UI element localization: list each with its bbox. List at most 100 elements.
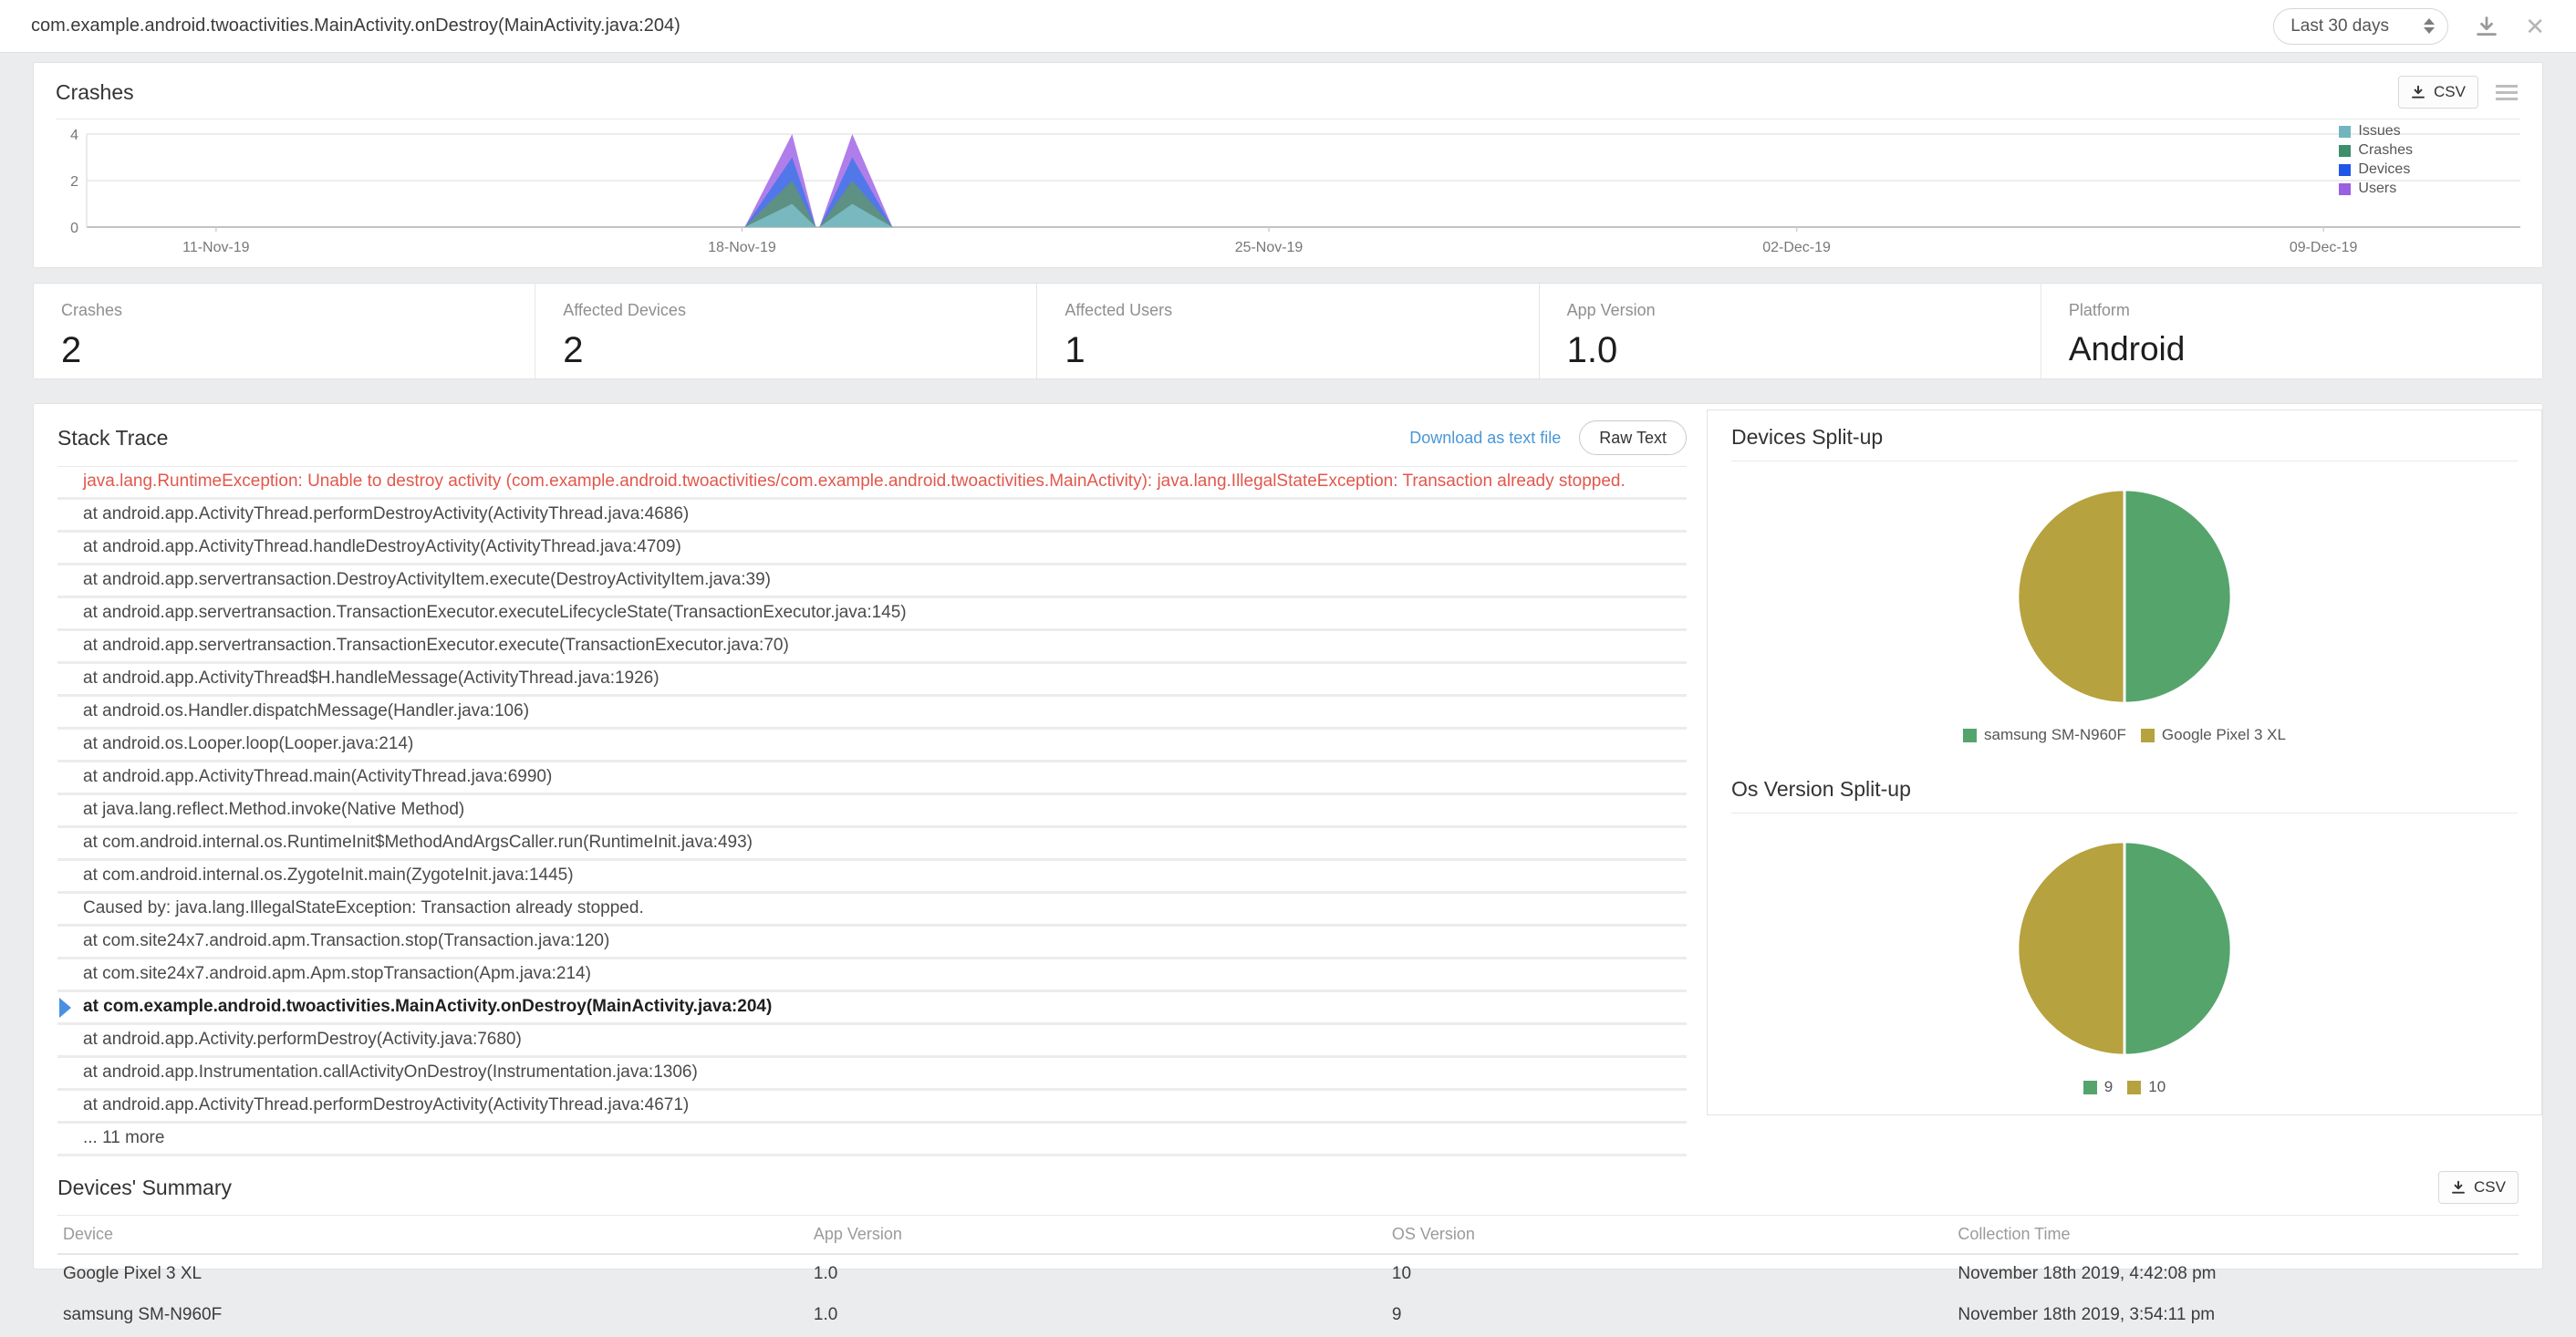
stack-frame-text: at android.app.ActivityThread$H.handleMe… [83, 668, 660, 688]
stat-value: Android [2069, 330, 2515, 368]
download-icon[interactable] [2476, 16, 2498, 37]
time-range-value: Last 30 days [2290, 16, 2389, 36]
devices-splitup-section: Devices Split-up samsung SM-N960F Google … [1708, 410, 2541, 762]
raw-text-button[interactable]: Raw Text [1579, 420, 1687, 455]
stack-frame-text: java.lang.RuntimeException: Unable to de… [83, 472, 1626, 491]
stats-card: Crashes 2 Affected Devices 2 Affected Us… [33, 283, 2543, 379]
os-splitup-title: Os Version Split-up [1731, 777, 2518, 802]
legend-item[interactable]: 10 [2127, 1078, 2166, 1096]
stack-frame[interactable]: at com.android.internal.os.ZygoteInit.ma… [57, 861, 1687, 894]
stack-frame[interactable]: at com.site24x7.android.apm.Transaction.… [57, 927, 1687, 959]
os-splitup-pie[interactable] [2013, 837, 2236, 1060]
download-text-link[interactable]: Download as text file [1409, 429, 1561, 448]
summary-cell: November 18th 2019, 3:54:11 pm [1952, 1296, 2519, 1334]
summary-cell: Google Pixel 3 XL [57, 1255, 808, 1293]
legend-swatch-icon [2141, 729, 2155, 742]
stack-frame[interactable]: java.lang.RuntimeException: Unable to de… [57, 467, 1687, 500]
svg-text:11-Nov-19: 11-Nov-19 [182, 240, 250, 255]
stack-frame[interactable]: at android.app.ActivityThread.main(Activ… [57, 762, 1687, 795]
stat-value: 2 [563, 330, 1009, 371]
stack-frame-text: at android.os.Handler.dispatchMessage(Ha… [83, 701, 529, 720]
legend-item[interactable]: Issues [2339, 123, 2413, 140]
crashes-chart-header: Crashes CSV [56, 76, 2520, 119]
svg-text:02-Dec-19: 02-Dec-19 [1762, 240, 1831, 255]
stat-app-version: App Version 1.0 [1539, 284, 2041, 378]
stat-platform: Platform Android [2041, 284, 2542, 378]
svg-text:4: 4 [70, 128, 78, 143]
svg-text:09-Dec-19: 09-Dec-19 [2290, 240, 2358, 255]
close-icon[interactable]: ✕ [2525, 15, 2545, 38]
legend-item[interactable]: Google Pixel 3 XL [2141, 726, 2286, 744]
legend-swatch-icon [2083, 1081, 2097, 1094]
crashes-chart-area: 02411-Nov-1918-Nov-1925-Nov-1902-Dec-190… [56, 119, 2520, 262]
stack-frame[interactable]: at android.app.ActivityThread.performDes… [57, 1091, 1687, 1124]
stack-frame[interactable]: ... 11 more [57, 1124, 1687, 1156]
legend-label: Google Pixel 3 XL [2162, 726, 2286, 744]
summary-cell: November 18th 2019, 4:42:08 pm [1952, 1255, 2519, 1293]
stack-frame[interactable]: at android.app.ActivityThread.handleDest… [57, 533, 1687, 565]
summary-cell: 1.0 [808, 1296, 1387, 1334]
svg-text:0: 0 [70, 221, 78, 236]
devices-splitup-title: Devices Split-up [1731, 425, 2518, 450]
stack-frame[interactable]: at com.android.internal.os.RuntimeInit$M… [57, 828, 1687, 861]
stack-frame[interactable]: at android.app.Activity.performDestroy(A… [57, 1025, 1687, 1058]
stack-frame[interactable]: at com.example.android.twoactivities.Mai… [57, 992, 1687, 1025]
summary-cell: 1.0 [808, 1255, 1387, 1293]
csv-download-icon [2451, 1180, 2466, 1195]
legend-label: 10 [2148, 1078, 2166, 1096]
legend-swatch-icon [2127, 1081, 2141, 1094]
legend-swatch-icon [1963, 729, 1977, 742]
legend-item[interactable]: Users [2339, 181, 2413, 197]
legend-label: Crashes [2358, 142, 2413, 159]
stack-frame[interactable]: at android.app.Instrumentation.callActiv… [57, 1058, 1687, 1091]
stack-frame[interactable]: at android.app.servertransaction.Destroy… [57, 565, 1687, 598]
stack-frame-text: at com.site24x7.android.apm.Transaction.… [83, 931, 609, 950]
devices-summary-table: DeviceApp VersionOS VersionCollection Ti… [57, 1216, 2519, 1337]
legend-item[interactable]: Devices [2339, 161, 2413, 178]
svg-text:2: 2 [70, 174, 78, 190]
summary-cell: samsung SM-N960F [57, 1296, 808, 1334]
chart-menu-icon[interactable] [2493, 82, 2520, 103]
time-range-select[interactable]: Last 30 days [2273, 8, 2448, 45]
stack-frame[interactable]: at android.os.Looper.loop(Looper.java:21… [57, 730, 1687, 762]
stat-crashes: Crashes 2 [34, 284, 535, 378]
stack-trace-section: Stack Trace Download as text file Raw Te… [34, 404, 1707, 1156]
stack-frame-text: at com.android.internal.os.RuntimeInit$M… [83, 833, 753, 852]
stack-frame[interactable]: at android.os.Handler.dispatchMessage(Ha… [57, 697, 1687, 730]
topbar: com.example.android.twoactivities.MainAc… [0, 0, 2576, 53]
summary-column-header: Device [57, 1216, 808, 1253]
legend-label: Issues [2358, 123, 2400, 140]
stack-frame[interactable]: at android.app.servertransaction.Transac… [57, 631, 1687, 664]
stack-frame[interactable]: Caused by: java.lang.IllegalStateExcepti… [57, 894, 1687, 927]
legend-item[interactable]: Crashes [2339, 142, 2413, 159]
summary-column-header: Collection Time [1952, 1216, 2519, 1253]
stack-frame-text: at com.android.internal.os.ZygoteInit.ma… [83, 865, 574, 885]
csv-label: CSV [2434, 83, 2466, 101]
legend-item[interactable]: samsung SM-N960F [1963, 726, 2126, 744]
stack-frame[interactable]: at android.app.ActivityThread.performDes… [57, 500, 1687, 533]
stack-frame[interactable]: at android.app.ActivityThread$H.handleMe… [57, 664, 1687, 697]
crashes-area-chart[interactable]: 02411-Nov-1918-Nov-1925-Nov-1902-Dec-190… [56, 123, 2520, 262]
svg-text:25-Nov-19: 25-Nov-19 [1235, 240, 1304, 255]
summary-column-header: OS Version [1387, 1216, 1953, 1253]
stat-label: Affected Devices [563, 301, 1009, 320]
legend-item[interactable]: 9 [2083, 1078, 2113, 1096]
stack-frame[interactable]: at android.app.servertransaction.Transac… [57, 598, 1687, 631]
stack-frame-text: at com.example.android.twoactivities.Mai… [83, 997, 772, 1016]
stack-frame[interactable]: at java.lang.reflect.Method.invoke(Nativ… [57, 795, 1687, 828]
crashes-chart-legend: Issues Crashes Devices Users [2339, 123, 2413, 197]
stack-frame-list: java.lang.RuntimeException: Unable to de… [57, 467, 1687, 1156]
summary-csv-button[interactable]: CSV [2438, 1171, 2519, 1204]
main-card: Stack Trace Download as text file Raw Te… [33, 403, 2543, 1270]
summary-cell: 10 [1387, 1255, 1953, 1293]
stack-frame[interactable]: at com.site24x7.android.apm.Apm.stopTran… [57, 959, 1687, 992]
os-splitup-section: Os Version Split-up 9 10 [1708, 762, 2541, 1114]
crashes-csv-button[interactable]: CSV [2398, 76, 2478, 109]
summary-column-header: App Version [808, 1216, 1387, 1253]
devices-splitup-pie[interactable] [2013, 485, 2236, 708]
stack-frame-text: at android.app.Activity.performDestroy(A… [83, 1030, 522, 1049]
summary-table-row[interactable]: Google Pixel 3 XL1.010November 18th 2019… [57, 1255, 2519, 1296]
stat-value: 2 [61, 330, 507, 371]
legend-swatch-icon [2339, 126, 2351, 138]
stack-frame-text: at android.app.servertransaction.Transac… [83, 636, 789, 655]
